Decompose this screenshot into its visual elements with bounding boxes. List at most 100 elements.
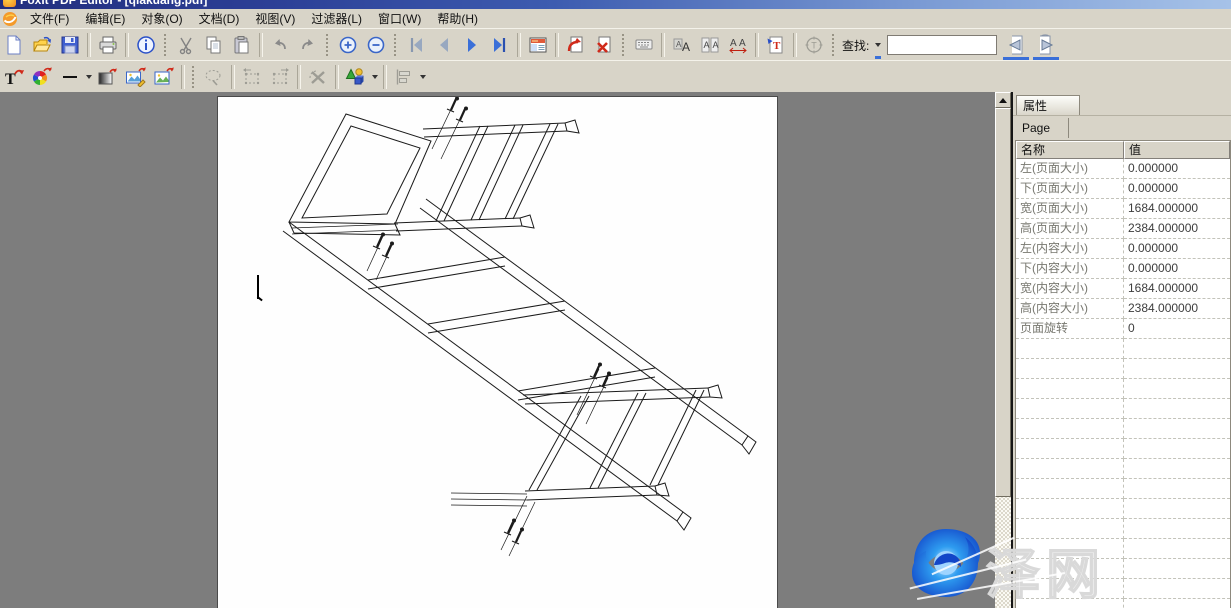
font-spacing-button[interactable]: AA bbox=[724, 32, 752, 58]
keyboard-button[interactable] bbox=[630, 32, 658, 58]
find-next-button[interactable] bbox=[1031, 31, 1061, 59]
property-row[interactable] bbox=[1016, 539, 1230, 559]
new-button[interactable] bbox=[0, 32, 28, 58]
line-style-dropdown[interactable] bbox=[84, 64, 94, 90]
menu-document[interactable]: 文档(D) bbox=[191, 8, 248, 29]
cut-button[interactable] bbox=[172, 32, 200, 58]
property-row[interactable] bbox=[1016, 439, 1230, 459]
undo-button[interactable] bbox=[266, 32, 294, 58]
property-value[interactable]: 0.000000 bbox=[1124, 179, 1230, 199]
property-value[interactable]: 2384.000000 bbox=[1124, 219, 1230, 239]
menu-help[interactable]: 帮助(H) bbox=[429, 8, 486, 29]
property-row[interactable]: 高(页面大小)2384.000000 bbox=[1016, 219, 1230, 239]
property-value[interactable]: 0.000000 bbox=[1124, 239, 1230, 259]
property-value[interactable]: 1684.000000 bbox=[1124, 279, 1230, 299]
menu-filter[interactable]: 过滤器(L) bbox=[303, 8, 370, 29]
property-value[interactable] bbox=[1124, 339, 1230, 359]
property-value[interactable] bbox=[1124, 539, 1230, 559]
redo-button[interactable] bbox=[294, 32, 322, 58]
replace-image-button[interactable] bbox=[150, 64, 178, 90]
edit-image-button[interactable] bbox=[122, 64, 150, 90]
property-row[interactable] bbox=[1016, 399, 1230, 419]
align-objects-dropdown[interactable] bbox=[418, 64, 428, 90]
property-value[interactable]: 0.000000 bbox=[1124, 259, 1230, 279]
property-row[interactable]: 宽(内容大小)1684.000000 bbox=[1016, 279, 1230, 299]
property-value[interactable] bbox=[1124, 559, 1230, 579]
property-value[interactable]: 0 bbox=[1124, 319, 1230, 339]
edit-color-button[interactable] bbox=[28, 64, 56, 90]
insert-shapes-button[interactable] bbox=[342, 64, 370, 90]
property-row[interactable]: 下(内容大小)0.000000 bbox=[1016, 259, 1230, 279]
insert-shapes-dropdown[interactable] bbox=[370, 64, 380, 90]
add-text-button[interactable]: T bbox=[762, 32, 790, 58]
document-info-button[interactable] bbox=[132, 32, 160, 58]
property-row[interactable] bbox=[1016, 599, 1230, 608]
first-page-button[interactable] bbox=[402, 32, 430, 58]
property-value[interactable] bbox=[1124, 419, 1230, 439]
find-input[interactable] bbox=[887, 35, 997, 55]
zoom-in-button[interactable] bbox=[334, 32, 362, 58]
property-value[interactable] bbox=[1124, 599, 1230, 608]
property-row[interactable]: 左(页面大小)0.000000 bbox=[1016, 159, 1230, 179]
column-header-name[interactable]: 名称 bbox=[1016, 141, 1124, 159]
property-value[interactable] bbox=[1124, 479, 1230, 499]
property-value[interactable]: 0.000000 bbox=[1124, 159, 1230, 179]
property-value[interactable]: 2384.000000 bbox=[1124, 299, 1230, 319]
menu-view[interactable]: 视图(V) bbox=[247, 8, 303, 29]
pdf-page-canvas[interactable] bbox=[217, 96, 778, 608]
property-row[interactable] bbox=[1016, 519, 1230, 539]
tab-page[interactable]: Page bbox=[1016, 118, 1069, 138]
property-row[interactable] bbox=[1016, 459, 1230, 479]
property-row[interactable] bbox=[1016, 359, 1230, 379]
property-row[interactable]: 左(内容大小)0.000000 bbox=[1016, 239, 1230, 259]
open-button[interactable] bbox=[28, 32, 56, 58]
property-row[interactable]: 下(页面大小)0.000000 bbox=[1016, 179, 1230, 199]
find-prev-button[interactable] bbox=[1001, 31, 1031, 59]
properties-title-tab[interactable]: 属性 bbox=[1016, 95, 1080, 116]
text-object-button[interactable]: T bbox=[800, 32, 828, 58]
menu-edit[interactable]: 编辑(E) bbox=[77, 8, 133, 29]
delete-page-button[interactable] bbox=[590, 32, 618, 58]
import-page-button[interactable] bbox=[562, 32, 590, 58]
property-row[interactable] bbox=[1016, 579, 1230, 599]
menu-object[interactable]: 对象(O) bbox=[133, 8, 190, 29]
scroll-up-button[interactable] bbox=[995, 92, 1011, 108]
prev-page-button[interactable] bbox=[430, 32, 458, 58]
column-header-value[interactable]: 值 bbox=[1124, 141, 1230, 159]
embed-font-button[interactable]: AA bbox=[668, 32, 696, 58]
property-value[interactable] bbox=[1124, 399, 1230, 419]
save-button[interactable] bbox=[56, 32, 84, 58]
property-value[interactable] bbox=[1124, 519, 1230, 539]
align-objects-button[interactable] bbox=[390, 64, 418, 90]
property-row[interactable] bbox=[1016, 339, 1230, 359]
property-value[interactable] bbox=[1124, 439, 1230, 459]
scrollbar-thumb[interactable] bbox=[995, 108, 1011, 497]
property-value[interactable] bbox=[1124, 359, 1230, 379]
property-row[interactable] bbox=[1016, 479, 1230, 499]
property-value[interactable] bbox=[1124, 459, 1230, 479]
delete-object-button[interactable] bbox=[304, 64, 332, 90]
find-dropdown[interactable] bbox=[873, 32, 883, 58]
font-compare-button[interactable]: AA bbox=[696, 32, 724, 58]
menu-window[interactable]: 窗口(W) bbox=[370, 8, 429, 29]
last-page-button[interactable] bbox=[486, 32, 514, 58]
property-row[interactable] bbox=[1016, 379, 1230, 399]
property-row[interactable]: 宽(页面大小)1684.000000 bbox=[1016, 199, 1230, 219]
property-value[interactable]: 1684.000000 bbox=[1124, 199, 1230, 219]
property-row[interactable]: 高(内容大小)2384.000000 bbox=[1016, 299, 1230, 319]
line-style-button[interactable] bbox=[56, 64, 84, 90]
page-layout-button[interactable] bbox=[524, 32, 552, 58]
menu-file[interactable]: 文件(F) bbox=[22, 8, 77, 29]
print-button[interactable] bbox=[94, 32, 122, 58]
rotate-right-button[interactable] bbox=[266, 64, 294, 90]
next-page-button[interactable] bbox=[458, 32, 486, 58]
property-row[interactable] bbox=[1016, 559, 1230, 579]
paste-button[interactable] bbox=[228, 32, 256, 58]
property-row[interactable] bbox=[1016, 419, 1230, 439]
edit-shading-button[interactable] bbox=[94, 64, 122, 90]
property-row[interactable]: 页面旋转0 bbox=[1016, 319, 1230, 339]
edit-text-button[interactable]: T bbox=[0, 64, 28, 90]
property-value[interactable] bbox=[1124, 579, 1230, 599]
property-value[interactable] bbox=[1124, 499, 1230, 519]
property-row[interactable] bbox=[1016, 499, 1230, 519]
